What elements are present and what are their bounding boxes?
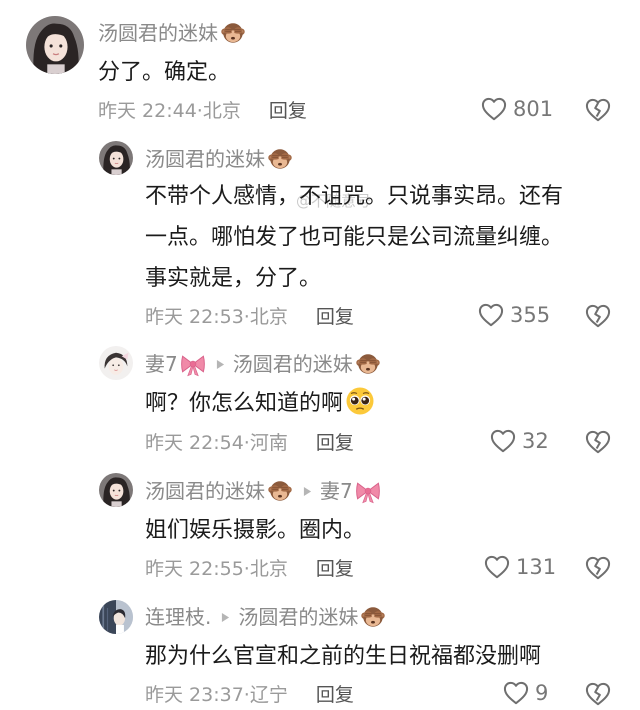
reply-to-name[interactable]: 汤圆君的迷妹	[238, 604, 358, 630]
reply-to-name[interactable]: 妻7	[320, 478, 353, 504]
like-button[interactable]: 131	[484, 555, 556, 579]
comment-location: 河南	[249, 432, 288, 454]
avatar[interactable]	[99, 473, 133, 507]
like-count: 801	[513, 97, 554, 121]
pink-bow-icon	[180, 351, 206, 377]
see-no-evil-monkey-icon	[267, 146, 293, 172]
like-count: 9	[535, 681, 549, 705]
author-name[interactable]: 汤圆君的迷妹	[145, 146, 265, 172]
text-line: 不带个人感情，不诅咒。只说事实昂。还有	[145, 184, 564, 209]
comment-time: 昨天 22:44·	[98, 100, 203, 122]
like-count: 355	[510, 303, 551, 327]
heart-icon	[478, 303, 504, 327]
reply-button[interactable]: 回复	[316, 306, 354, 328]
see-no-evil-monkey-icon	[360, 604, 386, 630]
author-line: 连理枝. 汤圆君的迷妹	[145, 604, 386, 630]
like-button[interactable]: 9	[503, 681, 548, 705]
author-line: 妻7 汤圆君的迷妹	[145, 351, 381, 377]
dislike-button[interactable]	[585, 304, 611, 332]
author-line: 汤圆君的迷妹	[145, 146, 293, 172]
avatar[interactable]	[99, 141, 133, 175]
like-button[interactable]: 801	[481, 97, 553, 121]
reply-button[interactable]: 回复	[316, 558, 354, 580]
reply-button[interactable]: 回复	[269, 100, 307, 122]
author-name[interactable]: 汤圆君的迷妹	[98, 20, 218, 46]
like-button[interactable]: 355	[478, 303, 550, 327]
see-no-evil-monkey-icon	[220, 20, 246, 46]
pink-bow-icon	[355, 478, 381, 504]
dislike-button[interactable]	[585, 682, 611, 710]
text-line: 事实就是，分了。	[145, 266, 322, 291]
avatar[interactable]	[26, 16, 84, 74]
text-line: 啊？你怎么知道的啊	[145, 383, 375, 424]
comment-meta: 昨天 23:37·辽宁 回复	[145, 683, 354, 707]
author-name[interactable]: 汤圆君的迷妹	[145, 478, 265, 504]
text-line: 一点。哪怕发了也可能只是公司流量纠缠。	[145, 225, 564, 250]
reply-arrow-icon	[216, 359, 225, 370]
comment-time: 昨天 22:54·	[145, 432, 250, 454]
reply-to-name[interactable]: 汤圆君的迷妹	[233, 351, 353, 377]
heart-icon	[484, 555, 510, 579]
pleading-face-icon	[345, 386, 375, 416]
see-no-evil-monkey-icon	[267, 478, 293, 504]
comment-location: 北京	[202, 100, 241, 122]
reply-arrow-icon	[221, 612, 230, 623]
comment-text: 分了。确定。	[98, 52, 230, 93]
heart-icon	[490, 429, 516, 453]
reply-button[interactable]: 回复	[316, 432, 354, 454]
comment-text: 不带个人感情，不诅咒。只说事实昂。还有 一点。哪怕发了也可能只是公司流量纠缠。 …	[145, 176, 563, 299]
text-line: 分了。确定。	[98, 60, 231, 85]
broken-heart-icon	[585, 682, 611, 706]
comment-meta: 昨天 22:55·北京 回复	[145, 557, 354, 581]
heart-icon	[503, 681, 529, 705]
author-line: 汤圆君的迷妹 妻7	[145, 478, 381, 504]
dislike-button[interactable]	[585, 98, 611, 126]
comment-meta: 昨天 22:54·河南 回复	[145, 431, 354, 455]
comment-location: 北京	[249, 306, 288, 328]
comment-meta: 昨天 22:44·北京 回复	[98, 99, 307, 123]
broken-heart-icon	[585, 430, 611, 454]
dislike-button[interactable]	[585, 556, 611, 584]
comment-location: 北京	[249, 558, 288, 580]
author-name[interactable]: 妻7	[145, 351, 178, 377]
comment-time: 昨天 23:37·	[145, 684, 250, 706]
text-line: 那为什么官宣和之前的生日祝福都没删啊	[145, 644, 542, 669]
reply-button[interactable]: 回复	[316, 684, 354, 706]
avatar[interactable]	[99, 600, 133, 634]
like-count: 131	[516, 555, 557, 579]
comment-meta: 昨天 22:53·北京 回复	[145, 305, 354, 329]
avatar[interactable]	[99, 346, 133, 380]
author-line: 汤圆君的迷妹	[98, 20, 246, 46]
comment-location: 辽宁	[249, 684, 288, 706]
like-count: 32	[522, 429, 549, 453]
comment-text: 那为什么官宣和之前的生日祝福都没删啊	[145, 636, 541, 677]
reply-arrow-icon	[303, 486, 312, 497]
author-name[interactable]: 连理枝.	[145, 604, 211, 630]
comment-time: 昨天 22:55·	[145, 558, 250, 580]
broken-heart-icon	[585, 304, 611, 328]
see-no-evil-monkey-icon	[355, 351, 381, 377]
broken-heart-icon	[585, 556, 611, 580]
like-button[interactable]: 32	[490, 429, 549, 453]
comment-text: 姐们娱乐摄影。圈内。	[145, 510, 365, 551]
comment-time: 昨天 22:53·	[145, 306, 250, 328]
heart-icon	[481, 97, 507, 121]
text-line: 姐们娱乐摄影。圈内。	[145, 518, 366, 543]
dislike-button[interactable]	[585, 430, 611, 458]
comment-text: 啊？你怎么知道的啊	[145, 383, 375, 424]
broken-heart-icon	[585, 98, 611, 122]
